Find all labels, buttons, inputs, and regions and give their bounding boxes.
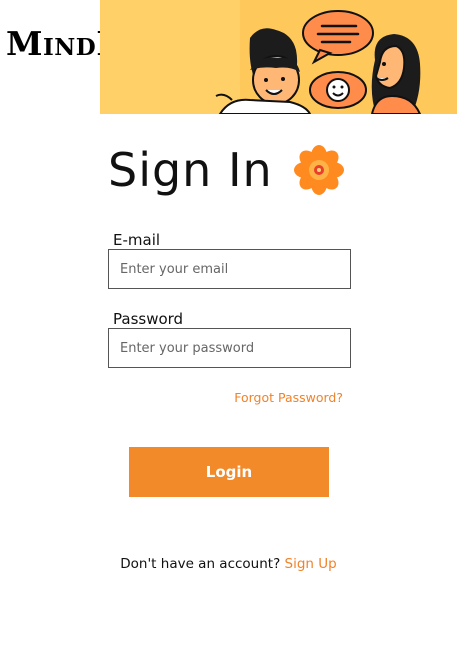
email-label: E-mail [113,231,161,249]
forgot-password-link[interactable]: Forgot Password? [234,390,343,405]
signup-prompt-text: Don't have an account? [120,556,281,572]
email-field[interactable] [108,249,351,289]
password-label: Password [113,310,184,328]
header-banner-illustration [100,0,457,114]
password-field[interactable] [108,328,351,368]
speech-bubble-smiley [309,71,367,109]
login-button[interactable]: Login [129,447,329,497]
page-title: Sign In [108,143,273,197]
signup-prompt: Don't have an account? Sign Up [0,556,457,572]
signup-link[interactable]: Sign Up [285,556,337,572]
flower-icon [293,145,344,195]
sign-in-heading-row: Sign In [108,140,345,200]
